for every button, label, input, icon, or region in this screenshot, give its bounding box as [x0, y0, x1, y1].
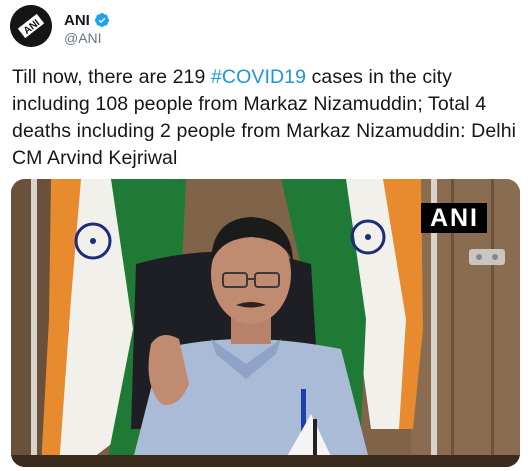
tweet-text: Till now, there are 219 #COVID19 cases i… — [12, 64, 524, 172]
verified-badge-icon — [94, 12, 110, 28]
tweet-text-part: Till now, there are 219 — [12, 66, 211, 88]
tweet-card[interactable]: ANI ANI @ANI Till now, there are 219 #CO… — [0, 0, 532, 471]
media-image[interactable]: ANI — [11, 179, 520, 467]
ani-logo-icon: ANI — [10, 5, 52, 47]
display-name[interactable]: ANI — [64, 12, 90, 29]
avatar[interactable]: ANI — [10, 5, 52, 47]
ani-watermark: ANI — [420, 203, 487, 233]
handle[interactable]: @ANI — [64, 30, 102, 46]
hashtag-link[interactable]: #COVID19 — [211, 66, 306, 88]
